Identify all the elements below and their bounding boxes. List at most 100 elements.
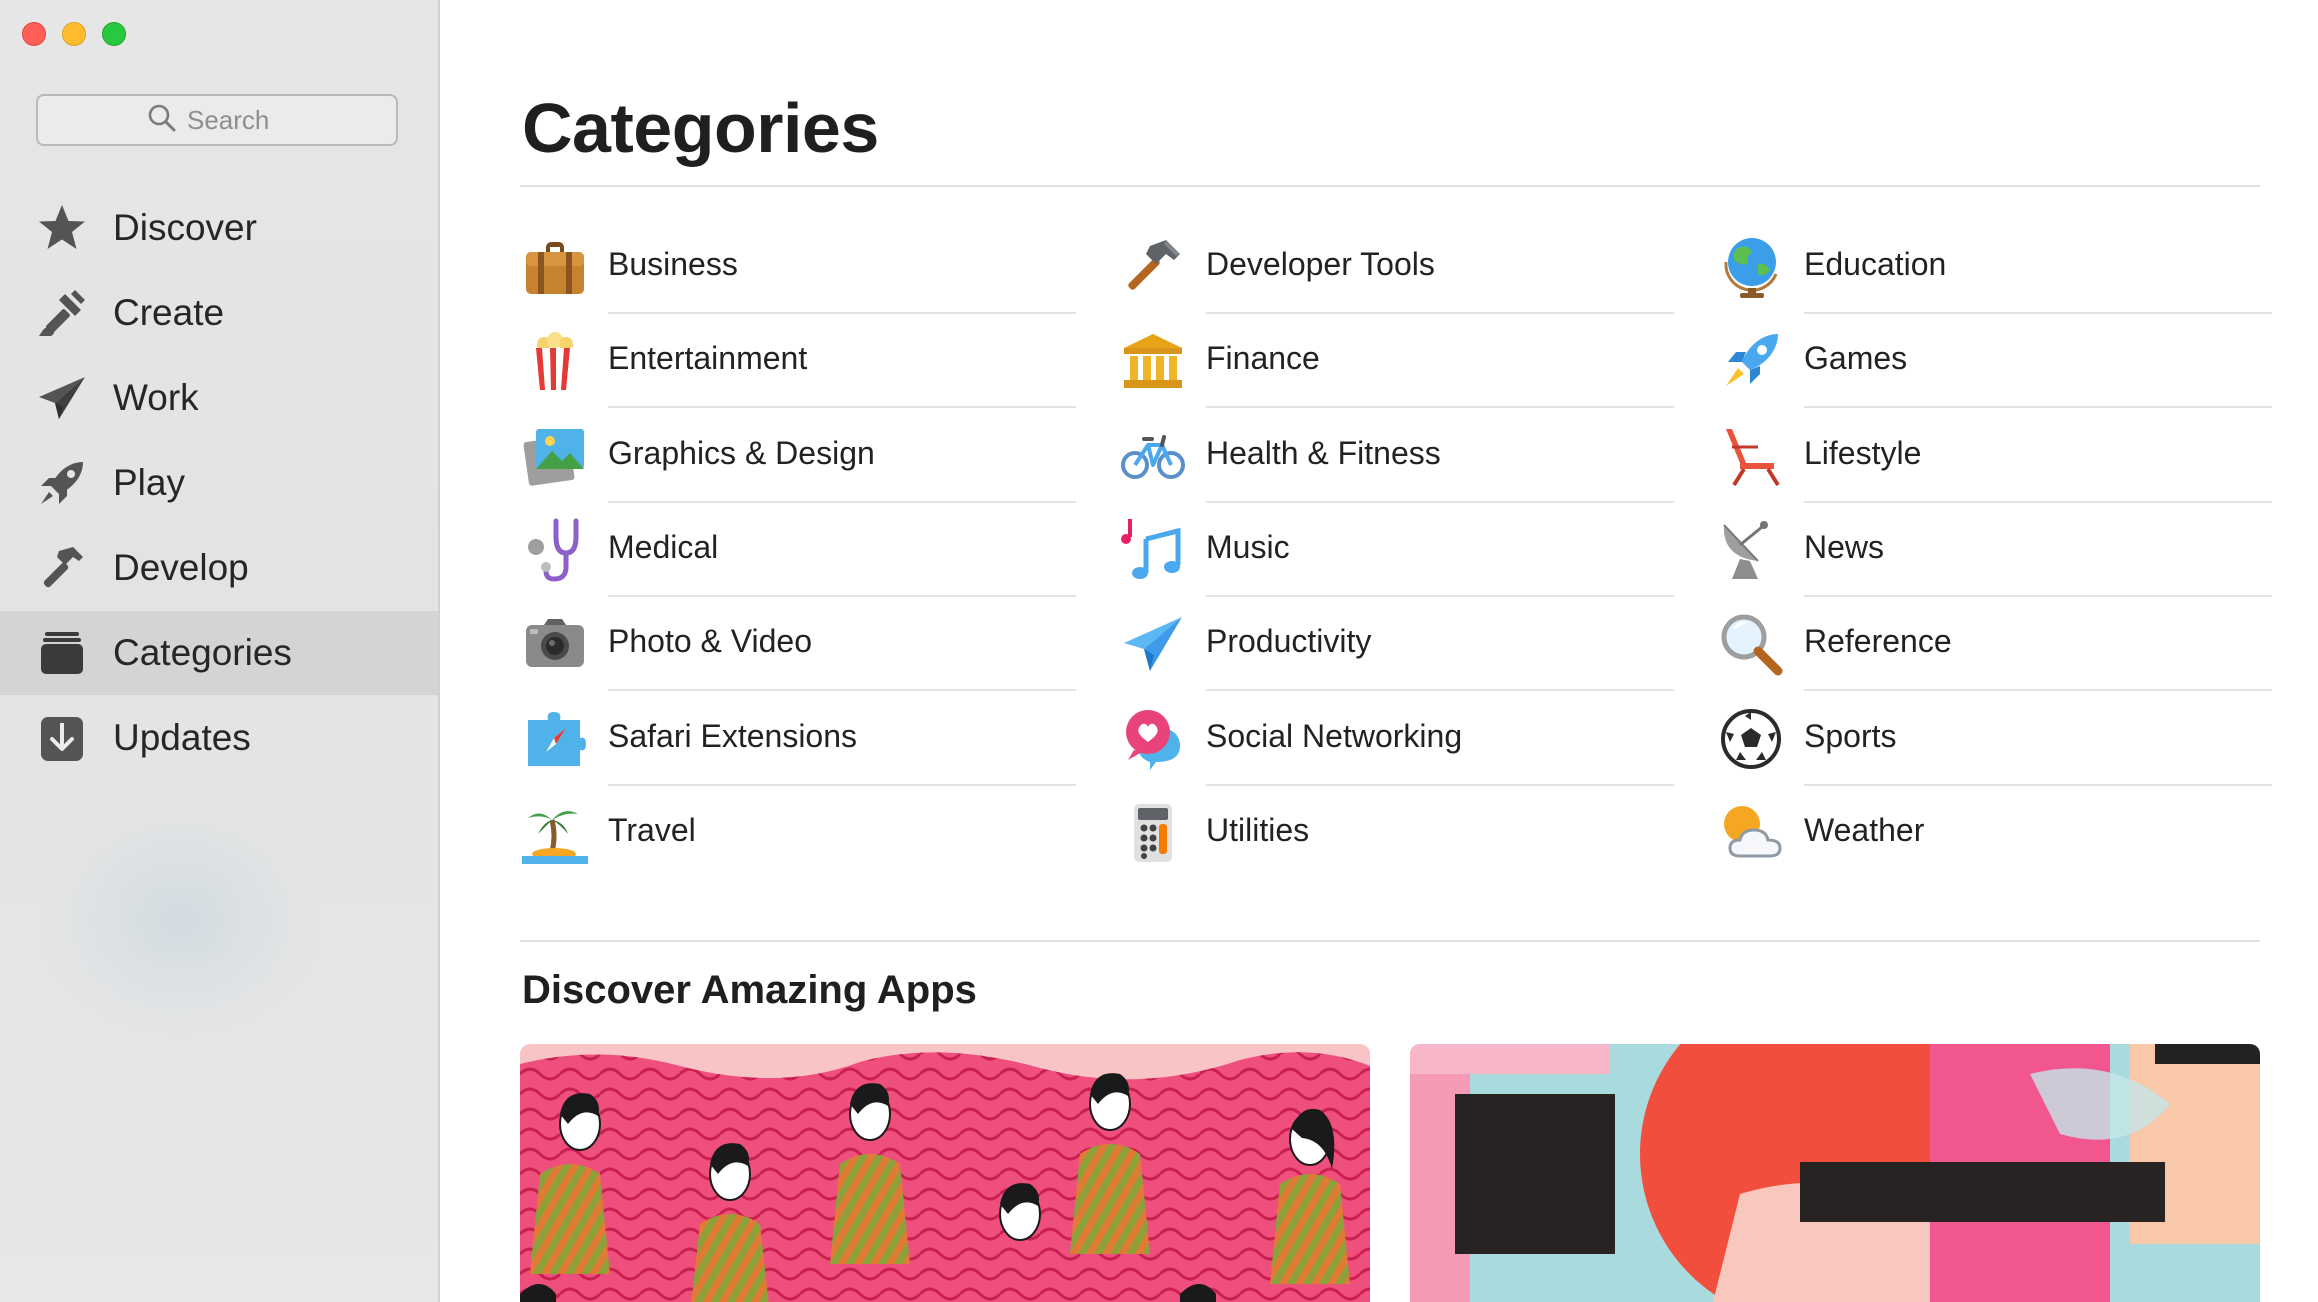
camera-icon <box>522 611 588 677</box>
stethoscope-icon <box>522 517 588 583</box>
category-label: Safari Extensions <box>608 718 858 754</box>
category-reference[interactable]: Reference <box>1718 597 2278 691</box>
globe-icon <box>1718 234 1784 300</box>
row-divider <box>608 406 1076 408</box>
category-medical[interactable]: Medical <box>522 503 1082 597</box>
magnifier-icon <box>1718 611 1784 677</box>
category-games[interactable]: Games <box>1718 314 2278 408</box>
category-label: Travel <box>608 812 696 848</box>
title-divider <box>520 185 2260 187</box>
minimize-window-button[interactable] <box>62 22 86 46</box>
sidebar-item-discover[interactable]: Discover <box>0 186 438 270</box>
category-finance[interactable]: Finance <box>1120 314 1680 408</box>
palm-island-icon <box>522 800 588 866</box>
people-illustration-card[interactable] <box>520 1044 1370 1302</box>
row-divider <box>1804 689 2272 691</box>
category-education[interactable]: Education <box>1718 220 2278 314</box>
puzzle-compass-icon <box>522 706 588 772</box>
chat-heart-icon <box>1120 706 1186 772</box>
abstract-shapes-illustration <box>1410 1044 2260 1302</box>
category-news[interactable]: News <box>1718 503 2278 597</box>
briefcase-icon <box>522 234 588 300</box>
category-label: Productivity <box>1206 623 1372 659</box>
download-icon <box>34 710 90 766</box>
category-label: Photo & Video <box>608 623 813 659</box>
category-label: Education <box>1804 246 1947 282</box>
sidebar-background-blur <box>40 800 320 1040</box>
category-utilities[interactable]: Utilities <box>1120 786 1680 880</box>
category-entertainment[interactable]: Entertainment <box>522 314 1082 408</box>
sidebar-item-create[interactable]: Create <box>0 271 438 355</box>
category-label: Developer Tools <box>1206 246 1435 282</box>
category-label: Reference <box>1804 623 1952 659</box>
sidebar-item-label: Discover <box>113 207 257 248</box>
category-graphics-design[interactable]: Graphics & Design <box>522 409 1082 503</box>
paintbrush-icon <box>34 285 90 341</box>
bank-icon <box>1120 328 1186 394</box>
sidebar-item-develop[interactable]: Develop <box>0 526 438 610</box>
rocket-icon <box>34 455 90 511</box>
category-safari-extensions[interactable]: Safari Extensions <box>522 692 1082 786</box>
zoom-window-button[interactable] <box>102 22 126 46</box>
sidebar-item-play[interactable]: Play <box>0 441 438 525</box>
category-music[interactable]: Music <box>1120 503 1680 597</box>
people-illustration <box>520 1044 1370 1302</box>
paper-plane-icon <box>1120 611 1186 677</box>
search-icon <box>147 103 177 138</box>
sidebar-item-updates[interactable]: Updates <box>0 696 438 780</box>
category-social-networking[interactable]: Social Networking <box>1120 692 1680 786</box>
category-label: Health & Fitness <box>1206 435 1441 471</box>
sidebar-item-categories[interactable]: Categories <box>0 611 438 695</box>
satellite-dish-icon <box>1718 517 1784 583</box>
calculator-icon <box>1120 800 1186 866</box>
category-label: Medical <box>608 529 719 565</box>
sidebar-item-label: Categories <box>113 632 292 673</box>
row-divider <box>1206 689 1674 691</box>
row-divider <box>608 689 1076 691</box>
category-developer-tools[interactable]: Developer Tools <box>1120 220 1680 314</box>
sidebar: Discover Create Work Play Develop Catego… <box>0 0 440 1302</box>
category-label: Music <box>1206 529 1290 565</box>
paper-plane-icon <box>34 370 90 426</box>
hammer-icon <box>1120 234 1186 300</box>
category-label: Finance <box>1206 340 1320 376</box>
category-label: Sports <box>1804 718 1897 754</box>
category-label: Social Networking <box>1206 718 1463 754</box>
search-input[interactable] <box>187 104 287 136</box>
category-label: Graphics & Design <box>608 435 875 471</box>
category-health-fitness[interactable]: Health & Fitness <box>1120 409 1680 503</box>
pictures-icon <box>522 423 588 489</box>
page-title: Categories <box>522 89 879 167</box>
category-label: News <box>1804 529 1885 565</box>
close-window-button[interactable] <box>22 22 46 46</box>
abstract-shapes-card[interactable] <box>1410 1044 2260 1302</box>
sidebar-item-work[interactable]: Work <box>0 356 438 440</box>
section-divider <box>520 940 2260 942</box>
sidebar-item-label: Work <box>113 377 199 418</box>
category-business[interactable]: Business <box>522 220 1082 314</box>
stack-icon <box>34 625 90 681</box>
category-label: Lifestyle <box>1804 435 1922 471</box>
category-sports[interactable]: Sports <box>1718 692 2278 786</box>
category-label: Business <box>608 246 738 282</box>
row-divider <box>1206 406 1674 408</box>
hammer-icon <box>34 540 90 596</box>
search-field[interactable] <box>36 94 398 146</box>
category-label: Games <box>1804 340 1908 376</box>
main-content: Categories Business Developer Tools Educ… <box>442 0 2318 1302</box>
category-photo-video[interactable]: Photo & Video <box>522 597 1082 691</box>
sun-cloud-icon <box>1718 800 1784 866</box>
sidebar-item-label: Play <box>113 462 185 503</box>
category-productivity[interactable]: Productivity <box>1120 597 1680 691</box>
category-lifestyle[interactable]: Lifestyle <box>1718 409 2278 503</box>
category-weather[interactable]: Weather <box>1718 786 2278 880</box>
row-divider <box>1804 406 2272 408</box>
sidebar-item-label: Develop <box>113 547 249 588</box>
discover-section-heading: Discover Amazing Apps <box>522 968 977 1012</box>
beach-chair-icon <box>1718 423 1784 489</box>
music-notes-icon <box>1120 517 1186 583</box>
star-icon <box>34 200 90 256</box>
bicycle-icon <box>1120 423 1186 489</box>
category-travel[interactable]: Travel <box>522 786 1082 880</box>
category-label: Weather <box>1804 812 1925 848</box>
